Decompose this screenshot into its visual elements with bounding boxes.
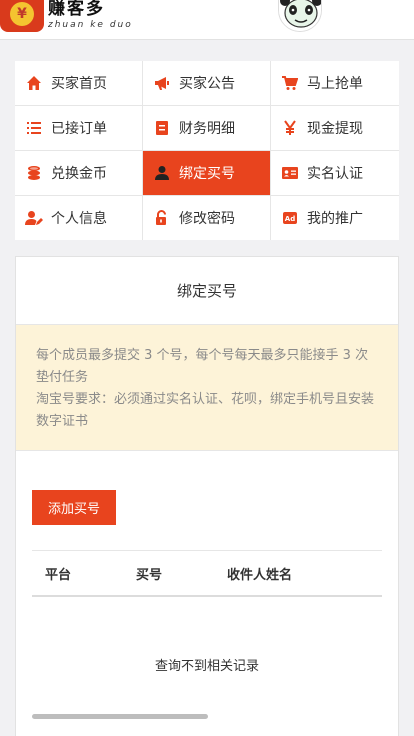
panda-avatar-icon[interactable] bbox=[278, 0, 322, 32]
menu-item-grab-order[interactable]: 马上抢单 bbox=[271, 61, 399, 105]
menu-item-buyer-notice[interactable]: 买家公告 bbox=[143, 61, 270, 105]
cart-icon bbox=[281, 74, 299, 92]
panel-title: 绑定买号 bbox=[16, 257, 398, 325]
notice-line-2: 淘宝号要求：必须通过实名认证、花呗，绑定手机号且安装数字证书 bbox=[36, 392, 375, 429]
user-icon bbox=[153, 164, 171, 182]
menu-item-finance-details[interactable]: 财务明细 bbox=[143, 106, 270, 150]
menu-item-label: 现金提现 bbox=[307, 121, 363, 137]
home-icon bbox=[25, 74, 43, 92]
empty-state-text: 查询不到相关记录 bbox=[154, 659, 259, 674]
menu-item-label: 买家公告 bbox=[179, 76, 235, 92]
menu-item-cash-withdraw[interactable]: 现金提现 bbox=[271, 106, 399, 150]
menu-item-label: 个人信息 bbox=[51, 211, 107, 227]
column-header-account: 买号 bbox=[136, 567, 163, 583]
unlock-icon bbox=[153, 209, 171, 227]
yen-icon bbox=[281, 119, 299, 137]
menu-item-buyer-home[interactable]: 买家首页 bbox=[15, 61, 142, 105]
id-card-icon bbox=[281, 164, 299, 182]
top-header: ¥ 赚客多 zhuan ke duo bbox=[0, 0, 414, 40]
site-logo[interactable]: ¥ 赚客多 zhuan ke duo bbox=[0, 0, 133, 32]
bind-account-panel: 绑定买号 每个成员最多提交 3 个号，每个号每天最多只能接手 3 次垫付任务 淘… bbox=[15, 256, 399, 736]
menu-item-label: 兑换金币 bbox=[51, 166, 107, 182]
user-edit-icon bbox=[25, 209, 43, 227]
add-account-button[interactable]: 添加买号 bbox=[32, 490, 116, 525]
column-header-recipient-name: 收件人姓名 bbox=[227, 567, 293, 583]
notice-line-1: 每个成员最多提交 3 个号，每个号每天最多只能接手 3 次垫付任务 bbox=[36, 348, 369, 385]
menu-item-label: 买家首页 bbox=[51, 76, 107, 92]
menu-item-label: 实名认证 bbox=[307, 166, 363, 182]
menu-item-label: 修改密码 bbox=[179, 211, 235, 227]
menu-item-real-name-auth[interactable]: 实名认证 bbox=[271, 151, 399, 195]
svg-text:Ad: Ad bbox=[285, 215, 295, 223]
coins-icon bbox=[25, 164, 43, 182]
column-header-platform: 平台 bbox=[45, 567, 72, 583]
notice-box: 每个成员最多提交 3 个号，每个号每天最多只能接手 3 次垫付任务 淘宝号要求：… bbox=[16, 325, 398, 451]
logo-text: 赚客多 bbox=[48, 0, 105, 19]
yen-coin-icon: ¥ bbox=[10, 2, 34, 26]
menu-item-label: 我的推广 bbox=[307, 211, 363, 227]
menu-item-label: 马上抢单 bbox=[307, 76, 363, 92]
menu-item-change-password[interactable]: 修改密码 bbox=[143, 196, 270, 240]
menu-item-personal-info[interactable]: 个人信息 bbox=[15, 196, 142, 240]
buyer-menu-grid: 买家首页 买家公告 马上抢单 已接订单 财务明细 现金提现 兑换金币 绑定买号 … bbox=[15, 61, 399, 240]
horizontal-scrollbar[interactable] bbox=[32, 714, 208, 719]
menu-item-my-promotion[interactable]: Ad 我的推广 bbox=[271, 196, 399, 240]
menu-item-exchange-coins[interactable]: 兑换金币 bbox=[15, 151, 142, 195]
menu-item-label: 绑定买号 bbox=[179, 166, 235, 182]
list-icon bbox=[25, 119, 43, 137]
ad-icon: Ad bbox=[281, 209, 299, 227]
logo-badge: ¥ bbox=[0, 0, 44, 32]
menu-item-bind-account[interactable]: 绑定买号 bbox=[143, 151, 270, 195]
menu-item-label: 财务明细 bbox=[179, 121, 235, 137]
megaphone-icon bbox=[153, 74, 171, 92]
logo-pinyin: zhuan ke duo bbox=[48, 19, 133, 30]
ledger-icon bbox=[153, 119, 171, 137]
menu-item-accepted-orders[interactable]: 已接订单 bbox=[15, 106, 142, 150]
accounts-table-header: 平台 买号 收件人姓名 bbox=[32, 550, 382, 597]
menu-item-label: 已接订单 bbox=[51, 121, 107, 137]
